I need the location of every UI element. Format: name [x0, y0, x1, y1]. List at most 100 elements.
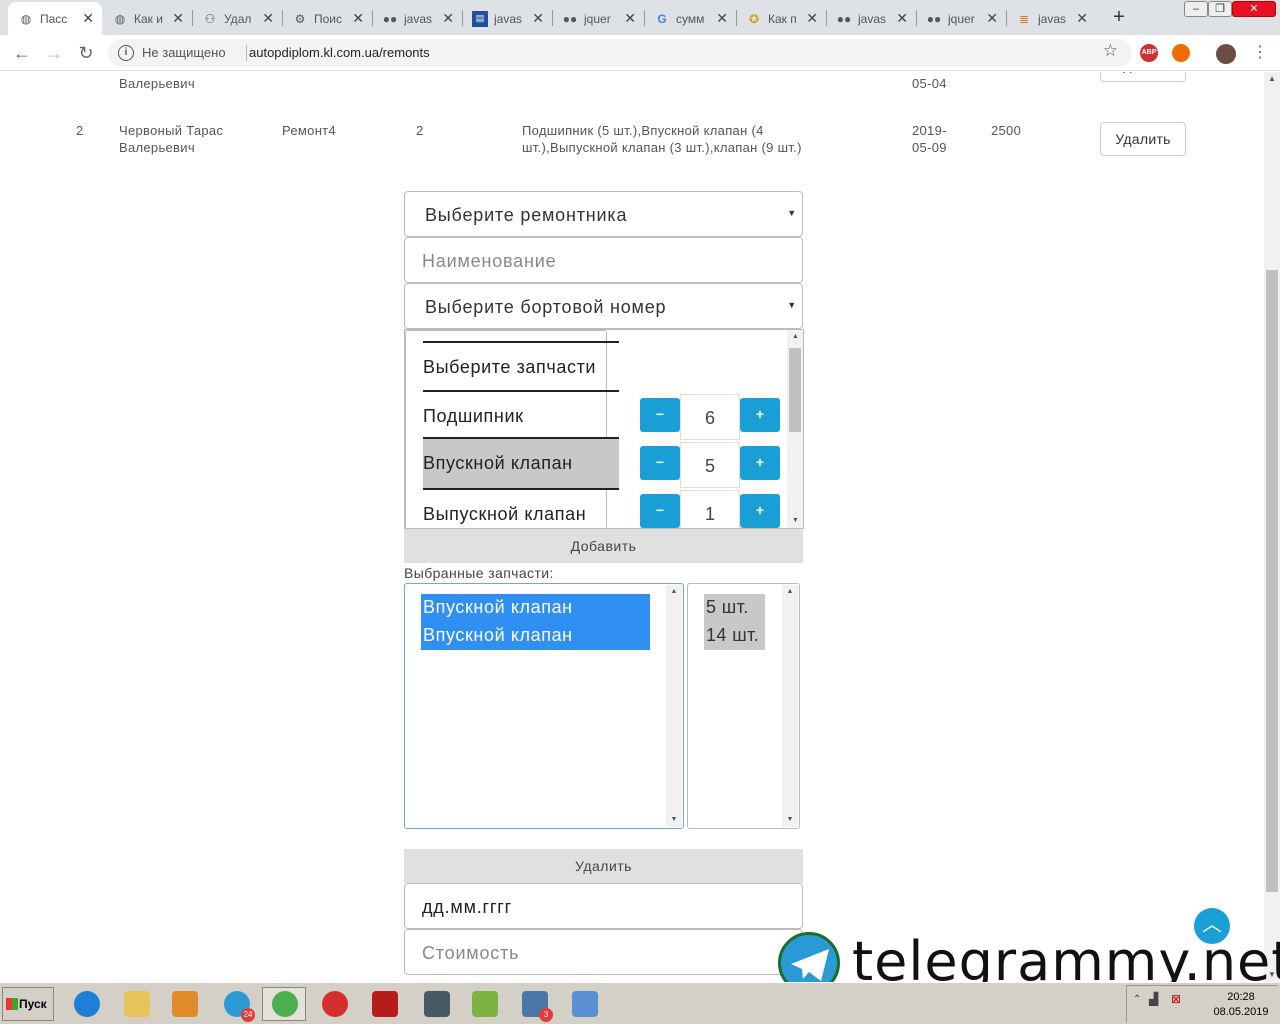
- url-text[interactable]: autopdiplom.kl.com.ua/remonts: [249, 45, 430, 60]
- qty-input[interactable]: 5: [680, 442, 740, 488]
- tab[interactable]: ●● javas ✕: [372, 2, 462, 35]
- close-icon[interactable]: ✕: [352, 10, 364, 27]
- close-icon[interactable]: ✕: [172, 10, 184, 27]
- list-item[interactable]: 5 шт.: [706, 597, 749, 618]
- qty-input[interactable]: 6: [680, 394, 740, 440]
- scroll-down-icon[interactable]: ▼: [782, 813, 798, 827]
- close-icon[interactable]: ✕: [82, 10, 94, 27]
- add-button[interactable]: Добавить: [404, 529, 803, 563]
- tab[interactable]: ◍ Как и ✕: [102, 2, 192, 35]
- glasses-icon: ●●: [836, 11, 852, 26]
- tab[interactable]: ⚙ Поис ✕: [282, 2, 372, 35]
- fire-icon[interactable]: [1172, 44, 1190, 62]
- plus-button[interactable]: +: [740, 494, 780, 528]
- tab[interactable]: ●● jquer ✕: [916, 2, 1006, 35]
- tab[interactable]: G сумм ✕: [644, 2, 736, 35]
- close-icon[interactable]: ✕: [716, 10, 728, 27]
- list-item[interactable]: 14 шт.: [706, 625, 759, 646]
- list-scrollbar[interactable]: ▲ ▼: [782, 585, 798, 827]
- tab[interactable]: ●● jquer ✕: [552, 2, 644, 35]
- delete-button[interactable]: Удалить: [404, 849, 803, 883]
- tab[interactable]: ≣ javas ✕: [1006, 2, 1096, 35]
- taskbar-app[interactable]: [162, 987, 206, 1021]
- repairman-select[interactable]: Выберите ремонтника ▼: [404, 191, 803, 237]
- taskbar-app[interactable]: [562, 987, 606, 1021]
- tray-expand-icon[interactable]: ⌃: [1133, 994, 1141, 1005]
- list-item[interactable]: Впускной клапан: [423, 597, 573, 618]
- taskbar-app[interactable]: [462, 987, 506, 1021]
- close-icon[interactable]: ✕: [532, 10, 544, 27]
- menu-icon[interactable]: ⋮: [1248, 41, 1272, 65]
- tab[interactable]: ▤ javas ✕: [462, 2, 552, 35]
- network-icon[interactable]: ⊠: [1171, 992, 1181, 1006]
- name-input[interactable]: Наименование: [404, 237, 803, 283]
- cost-input[interactable]: Стоимость: [404, 929, 803, 975]
- parts-header-option[interactable]: Выберите запчасти: [423, 343, 619, 391]
- scroll-thumb[interactable]: [1266, 270, 1278, 892]
- minus-button[interactable]: −: [640, 398, 680, 432]
- close-icon[interactable]: ✕: [262, 10, 274, 27]
- close-icon[interactable]: ✕: [896, 10, 908, 27]
- scroll-up-icon[interactable]: ▲: [787, 330, 803, 344]
- plus-button[interactable]: +: [740, 398, 780, 432]
- delete-row-button[interactable]: Удалить: [1100, 72, 1186, 82]
- taskbar-app[interactable]: 3: [512, 987, 556, 1022]
- restore-icon[interactable]: ❐: [1208, 1, 1232, 17]
- close-icon[interactable]: ✕: [1076, 10, 1088, 27]
- close-icon[interactable]: ✕: [624, 10, 636, 27]
- close-icon[interactable]: ✕: [442, 10, 454, 27]
- minus-button[interactable]: −: [640, 446, 680, 480]
- scroll-up-icon[interactable]: ▲: [666, 585, 682, 599]
- list-item[interactable]: Впускной клапан: [423, 625, 573, 646]
- minimize-icon[interactable]: –: [1184, 1, 1208, 17]
- part-option-selected[interactable]: Впускной клапан: [423, 439, 619, 489]
- forward-icon[interactable]: →: [42, 41, 66, 65]
- back-icon[interactable]: ←: [10, 41, 34, 65]
- selected-parts-list[interactable]: Впускной клапан Впускной клапан ▲ ▼: [404, 583, 684, 829]
- qty-input[interactable]: 1: [680, 490, 740, 528]
- delete-row-button[interactable]: Удалить: [1100, 122, 1186, 156]
- scroll-down-icon[interactable]: ▼: [787, 514, 803, 528]
- scroll-down-icon[interactable]: ▼: [666, 813, 682, 827]
- taskbar-app[interactable]: [312, 987, 356, 1021]
- taskbar-app[interactable]: [114, 987, 158, 1021]
- taskbar-app[interactable]: [64, 987, 108, 1021]
- clock[interactable]: 20:28 08.05.2019: [1209, 990, 1273, 1020]
- parts-scrollbar[interactable]: ▲ ▼: [787, 330, 803, 528]
- board-number-select[interactable]: Выберите бортовой номер ▼: [404, 283, 803, 329]
- scroll-up-icon[interactable]: ▲: [1264, 72, 1280, 86]
- minus-button[interactable]: −: [640, 494, 680, 528]
- plus-button[interactable]: +: [740, 446, 780, 480]
- star-icon[interactable]: ☆: [1103, 41, 1118, 61]
- close-window-icon[interactable]: ✕: [1232, 1, 1276, 17]
- tab[interactable]: ✪ Как п ✕: [736, 2, 826, 35]
- tab[interactable]: ⚇ Удал ✕: [192, 2, 282, 35]
- reload-icon[interactable]: ↻: [74, 41, 98, 65]
- compass-icon: ✪: [748, 11, 760, 26]
- part-option[interactable]: Подшипник: [423, 392, 619, 440]
- start-button[interactable]: Пуск: [2, 987, 54, 1021]
- parts-selector: Выберите запчасти Подшипник Впускной кла…: [404, 329, 804, 529]
- scroll-up-icon[interactable]: ▲: [782, 585, 798, 599]
- abp-icon[interactable]: ABP: [1140, 44, 1158, 62]
- list-scrollbar[interactable]: ▲ ▼: [666, 585, 682, 827]
- taskbar-app[interactable]: [414, 987, 458, 1021]
- selected-qty-list[interactable]: 5 шт. 14 шт. ▲ ▼: [687, 583, 800, 829]
- close-icon[interactable]: ✕: [986, 10, 998, 27]
- tab-active[interactable]: ◍ Пасс ✕: [8, 2, 102, 35]
- tab[interactable]: ●● javas ✕: [826, 2, 916, 35]
- taskbar-app[interactable]: [362, 987, 406, 1021]
- address-bar[interactable]: i Не защищено autopdiplom.kl.com.ua/remo…: [108, 39, 1132, 67]
- date-input[interactable]: дд.мм.гггг: [404, 883, 803, 929]
- taskbar-app[interactable]: 24: [214, 987, 258, 1022]
- avatar[interactable]: [1216, 44, 1236, 64]
- new-tab-button[interactable]: +: [1108, 5, 1130, 29]
- parts-list[interactable]: Выберите запчасти Подшипник Впускной кла…: [405, 330, 619, 528]
- info-icon[interactable]: i: [118, 45, 134, 61]
- signal-icon[interactable]: ▟: [1149, 992, 1158, 1006]
- part-option[interactable]: Выпускной клапан: [423, 490, 619, 528]
- taskbar-app[interactable]: [262, 987, 306, 1021]
- scroll-thumb[interactable]: [789, 348, 801, 432]
- close-icon[interactable]: ✕: [806, 10, 818, 27]
- page-scrollbar[interactable]: ▲ ▼: [1264, 72, 1280, 982]
